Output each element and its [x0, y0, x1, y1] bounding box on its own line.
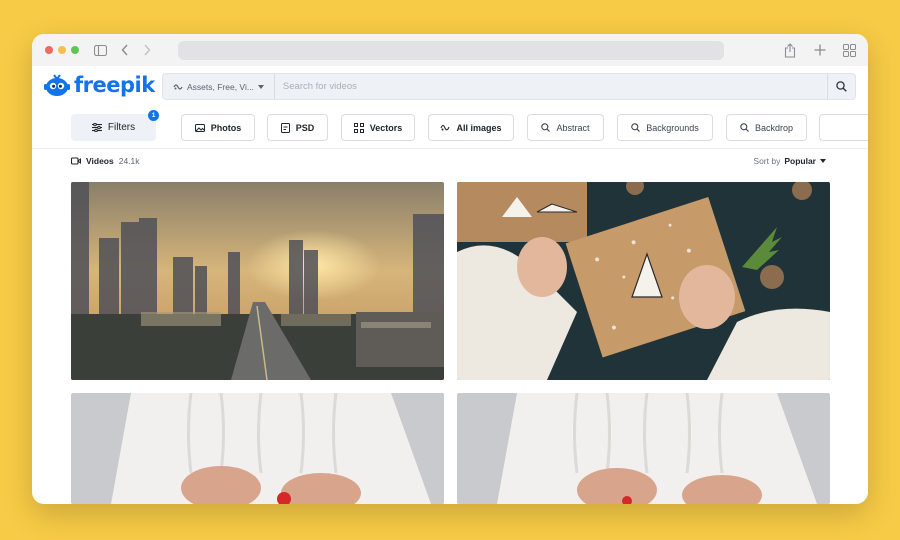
sort-dropdown[interactable]: Sort by Popular	[753, 156, 826, 166]
search-bar: Assets, Free, Vi...	[162, 73, 856, 100]
vector-icon	[353, 122, 364, 133]
results-summary: Videos 24.1k	[71, 156, 140, 166]
chip-all-images[interactable]: All images	[428, 114, 514, 141]
chip-backgrounds[interactable]: Backgrounds	[617, 114, 713, 141]
chip-vectors[interactable]: Vectors	[341, 114, 415, 141]
forward-icon[interactable]	[140, 43, 154, 57]
chip-label: Abstract	[556, 122, 590, 133]
results-count: 24.1k	[118, 156, 140, 166]
sort-label: Sort by	[753, 156, 781, 166]
back-icon[interactable]	[118, 43, 132, 57]
chip-label: Backgrounds	[646, 122, 699, 133]
freepik-logo[interactable]: freepik	[44, 72, 155, 98]
search-scope-dropdown[interactable]: Assets, Free, Vi...	[163, 74, 275, 99]
search-button[interactable]	[827, 74, 855, 99]
sliders-icon	[91, 123, 102, 132]
video-thumbnail-sweater-ribbon[interactable]	[457, 393, 830, 504]
video-thumbnail-city-sunset[interactable]	[71, 182, 444, 380]
sidebar-icon[interactable]	[93, 43, 107, 57]
assets-icon	[173, 83, 183, 90]
address-bar[interactable]	[178, 41, 724, 60]
filters-count-badge: 1	[148, 110, 159, 121]
tabs-overview-icon[interactable]	[842, 43, 856, 57]
search-icon	[541, 123, 551, 132]
chip-psd[interactable]: PSD	[267, 114, 328, 141]
sort-value: Popular	[784, 156, 816, 166]
images-icon	[440, 124, 450, 131]
filters-label: Filters	[107, 122, 136, 133]
share-icon[interactable]	[783, 42, 797, 58]
search-input[interactable]	[274, 74, 827, 99]
chip-label: PSD	[295, 122, 315, 133]
chip-label: All images	[456, 122, 502, 133]
search-icon	[631, 123, 641, 132]
video-thumbnail-gift-wrapping[interactable]	[457, 182, 830, 380]
chip-backdrop[interactable]: Backdrop	[726, 114, 807, 141]
filters-button[interactable]: Filters 1	[71, 110, 159, 141]
chevron-down-icon	[820, 159, 826, 163]
chip-photos[interactable]: Photos	[181, 114, 255, 141]
browser-window: freepik Assets, Free, Vi... Filters 1 Ph…	[32, 34, 868, 504]
search-icon	[836, 81, 847, 92]
filter-bar: Filters 1 Photos PSD Vectors All images …	[32, 110, 868, 142]
chip-label: Vectors	[369, 122, 403, 133]
logo-text: freepik	[74, 73, 155, 97]
close-window-button[interactable]	[45, 46, 53, 54]
maximize-window-button[interactable]	[71, 46, 79, 54]
minimize-window-button[interactable]	[58, 46, 66, 54]
site-header: freepik Assets, Free, Vi...	[32, 66, 868, 104]
psd-icon	[280, 122, 290, 133]
freepik-mascot-icon	[44, 74, 70, 96]
chip-label: Photos	[210, 122, 242, 133]
chip-abstract[interactable]: Abstract	[527, 114, 604, 141]
chip-overflow[interactable]	[819, 114, 868, 141]
results-type-label: Videos	[86, 156, 114, 166]
chip-label: Backdrop	[754, 122, 794, 133]
video-camera-icon	[71, 157, 81, 165]
photo-icon	[194, 123, 205, 132]
header-divider	[32, 148, 868, 149]
search-scope-label: Assets, Free, Vi...	[187, 81, 254, 92]
new-tab-icon[interactable]	[813, 43, 827, 57]
video-thumbnail-sweater-ribbon[interactable]	[71, 393, 444, 504]
chevron-down-icon	[257, 84, 264, 89]
search-icon	[740, 123, 749, 132]
browser-toolbar	[32, 34, 868, 66]
